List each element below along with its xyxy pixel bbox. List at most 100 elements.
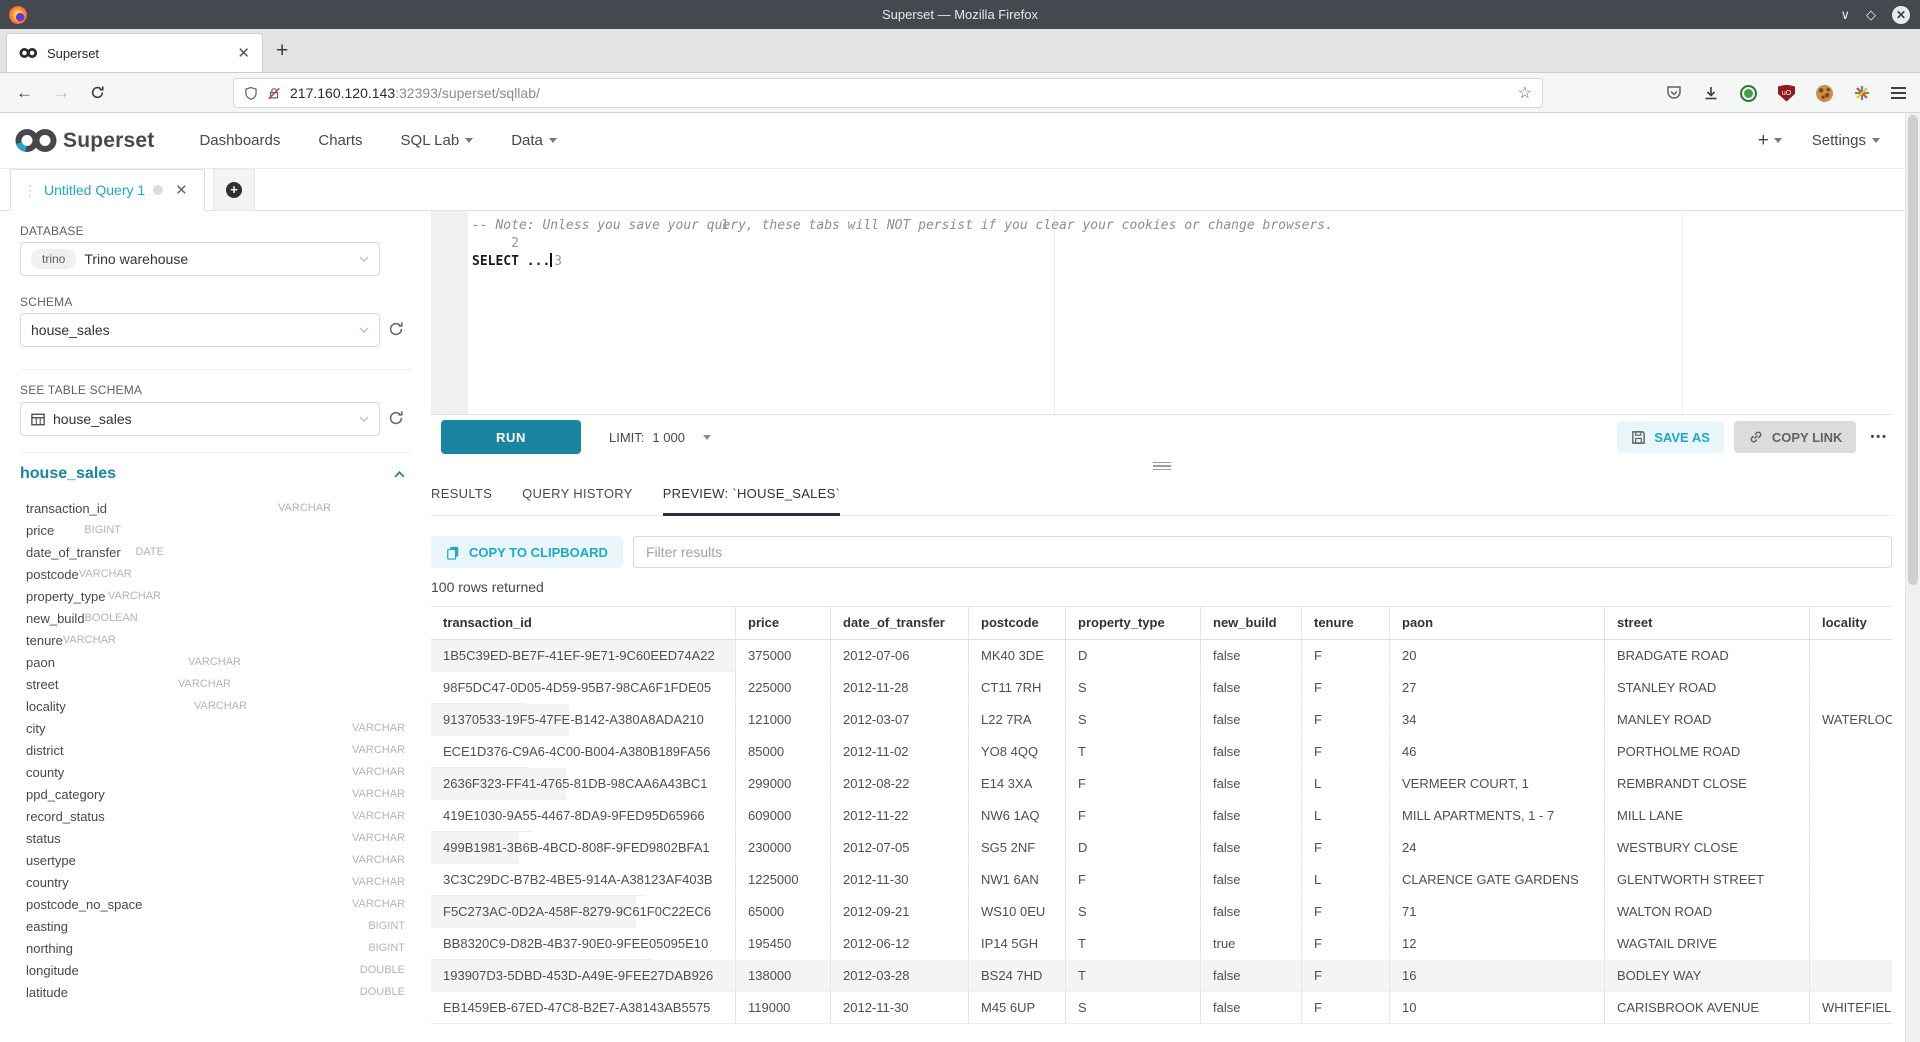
lock-disabled-icon[interactable] [267, 86, 281, 101]
table-cell [1810, 768, 1892, 799]
query-tab-close-icon[interactable]: ✕ [175, 181, 188, 199]
superset-logo-icon[interactable] [15, 127, 57, 154]
refresh-table-icon[interactable] [388, 410, 404, 426]
sql-blank-line [468, 235, 1892, 253]
table-cell [1810, 672, 1892, 703]
ublock-icon[interactable]: uO [1778, 85, 1795, 102]
table-cell: 2012-08-22 [831, 768, 969, 799]
column-header[interactable]: postcode [969, 607, 1066, 639]
column-name: paon [26, 655, 188, 670]
chevron-down-icon [359, 416, 369, 422]
copy-to-clipboard-button[interactable]: COPY TO CLIPBOARD [431, 536, 623, 568]
table-cell: F5C273AC-0D2A-458F-8279-9C61F0C22EC6 [431, 896, 736, 927]
bookmark-star-icon[interactable]: ☆ [1518, 83, 1532, 103]
window-maximize-button[interactable]: ◇ [1866, 8, 1876, 21]
window-minimize-button[interactable]: ∨ [1840, 8, 1850, 21]
column-header[interactable]: price [736, 607, 831, 639]
table-cell: 2012-11-22 [831, 800, 969, 831]
downloads-icon[interactable] [1703, 85, 1719, 101]
table-cell: WHITEFIELD [1810, 992, 1892, 1023]
database-select[interactable]: trino Trino warehouse [20, 242, 380, 276]
tab-results[interactable]: RESULTS [431, 477, 492, 516]
table-cell: MK40 3DE [969, 640, 1066, 671]
column-type: VARCHAR [352, 744, 405, 756]
pocket-icon[interactable] [1666, 85, 1682, 101]
table-cell: 609000 [736, 800, 831, 831]
table-cell: BB8320C9-D82B-4B37-90E0-9FEE05095E10 [431, 928, 736, 959]
schema-value: house_sales [31, 322, 110, 338]
menu-icon[interactable] [1891, 87, 1906, 99]
colorful-extension-icon[interactable] [1854, 85, 1870, 101]
chevron-up-icon[interactable] [394, 471, 405, 478]
url-bar[interactable]: 217.160.120.143:32393/superset/sqllab/ ☆ [233, 78, 1543, 108]
table-cell: 121000 [736, 704, 831, 735]
nav-data[interactable]: Data [511, 132, 557, 149]
add-new-button[interactable]: + [1758, 130, 1782, 152]
table-cell: L [1302, 800, 1390, 831]
column-name: northing [26, 941, 368, 956]
sql-editor[interactable]: 123 -- Note: Unless you save your query,… [431, 211, 1892, 415]
back-button[interactable]: ← [16, 84, 33, 101]
table-cell [1810, 736, 1892, 767]
table-cell: 230000 [736, 832, 831, 863]
table-row: 1B5C39ED-BE7F-41EF-9E71-9C60EED74A223750… [431, 640, 736, 672]
forward-button[interactable]: → [53, 84, 70, 101]
add-query-tab-button[interactable]: + [213, 169, 255, 211]
column-header[interactable]: street [1605, 607, 1810, 639]
column-type: VARCHAR [194, 700, 247, 712]
scrollbar-thumb[interactable] [1908, 115, 1918, 585]
column-header[interactable]: date_of_transfer [831, 607, 969, 639]
browser-tab[interactable]: Superset ✕ [6, 33, 263, 73]
pane-splitter[interactable] [431, 460, 1892, 472]
column-header[interactable]: transaction_id [431, 607, 736, 639]
tab-close-icon[interactable]: ✕ [237, 46, 250, 61]
cookie-extension-icon[interactable] [1816, 85, 1833, 102]
run-button[interactable]: RUN [441, 420, 581, 454]
window-close-button[interactable]: ✕ [1892, 6, 1910, 24]
schema-column-row: status VARCHAR [26, 827, 405, 849]
column-header[interactable]: property_type [1066, 607, 1201, 639]
column-header[interactable]: locality [1810, 607, 1892, 639]
editor-code-area[interactable]: -- Note: Unless you save your query, the… [468, 217, 1892, 271]
nav-charts[interactable]: Charts [318, 132, 362, 149]
column-header[interactable]: new_build [1201, 607, 1302, 639]
reload-button[interactable] [90, 85, 105, 100]
column-type: VARCHAR [188, 656, 241, 668]
refresh-schema-icon[interactable] [388, 321, 404, 337]
extension-icon[interactable] [1740, 85, 1757, 102]
column-name: latitude [26, 985, 360, 1000]
page-scrollbar[interactable] [1905, 113, 1920, 1042]
column-header[interactable]: paon [1390, 607, 1605, 639]
column-type: DOUBLE [360, 986, 405, 998]
tab-preview-house-sales[interactable]: PREVIEW: `HOUSE_SALES` [663, 477, 841, 516]
limit-dropdown[interactable]: LIMIT: 1 000 [609, 430, 711, 445]
rows-returned-text: 100 rows returned [431, 579, 544, 595]
nav-dashboards[interactable]: Dashboards [199, 132, 280, 149]
column-name: country [26, 875, 352, 890]
column-header[interactable]: tenure [1302, 607, 1390, 639]
save-as-button[interactable]: SAVE AS [1617, 421, 1724, 453]
column-type: BIGINT [368, 942, 405, 954]
query-tab[interactable]: ⋮ Untitled Query 1 ✕ [10, 169, 205, 211]
chevron-down-icon [359, 256, 369, 262]
table-cell: SG5 2NF [969, 832, 1066, 863]
table-schema-header[interactable]: house_sales [20, 465, 405, 483]
drag-handle-icon[interactable]: ⋮ [23, 182, 36, 199]
settings-menu[interactable]: Settings [1812, 132, 1880, 149]
column-name: postcode [26, 567, 79, 582]
table-cell: 65000 [736, 896, 831, 927]
schema-select[interactable]: house_sales [20, 313, 380, 347]
table-schema-select[interactable]: house_sales [20, 402, 380, 436]
copy-link-button[interactable]: COPY LINK [1734, 421, 1857, 453]
table-cell: false [1201, 896, 1302, 927]
table-cell: 2012-06-12 [831, 928, 969, 959]
table-cell: BS24 7HD [969, 960, 1066, 991]
tab-query-history[interactable]: QUERY HISTORY [522, 477, 633, 516]
shield-icon[interactable] [244, 86, 258, 101]
table-cell: 195450 [736, 928, 831, 959]
new-tab-button[interactable]: + [276, 41, 288, 61]
more-options-button[interactable]: ••• [1866, 431, 1892, 443]
filter-results-input[interactable] [633, 536, 1892, 568]
superset-brand[interactable]: Superset [63, 129, 154, 153]
nav-sql-lab[interactable]: SQL Lab [401, 132, 474, 149]
